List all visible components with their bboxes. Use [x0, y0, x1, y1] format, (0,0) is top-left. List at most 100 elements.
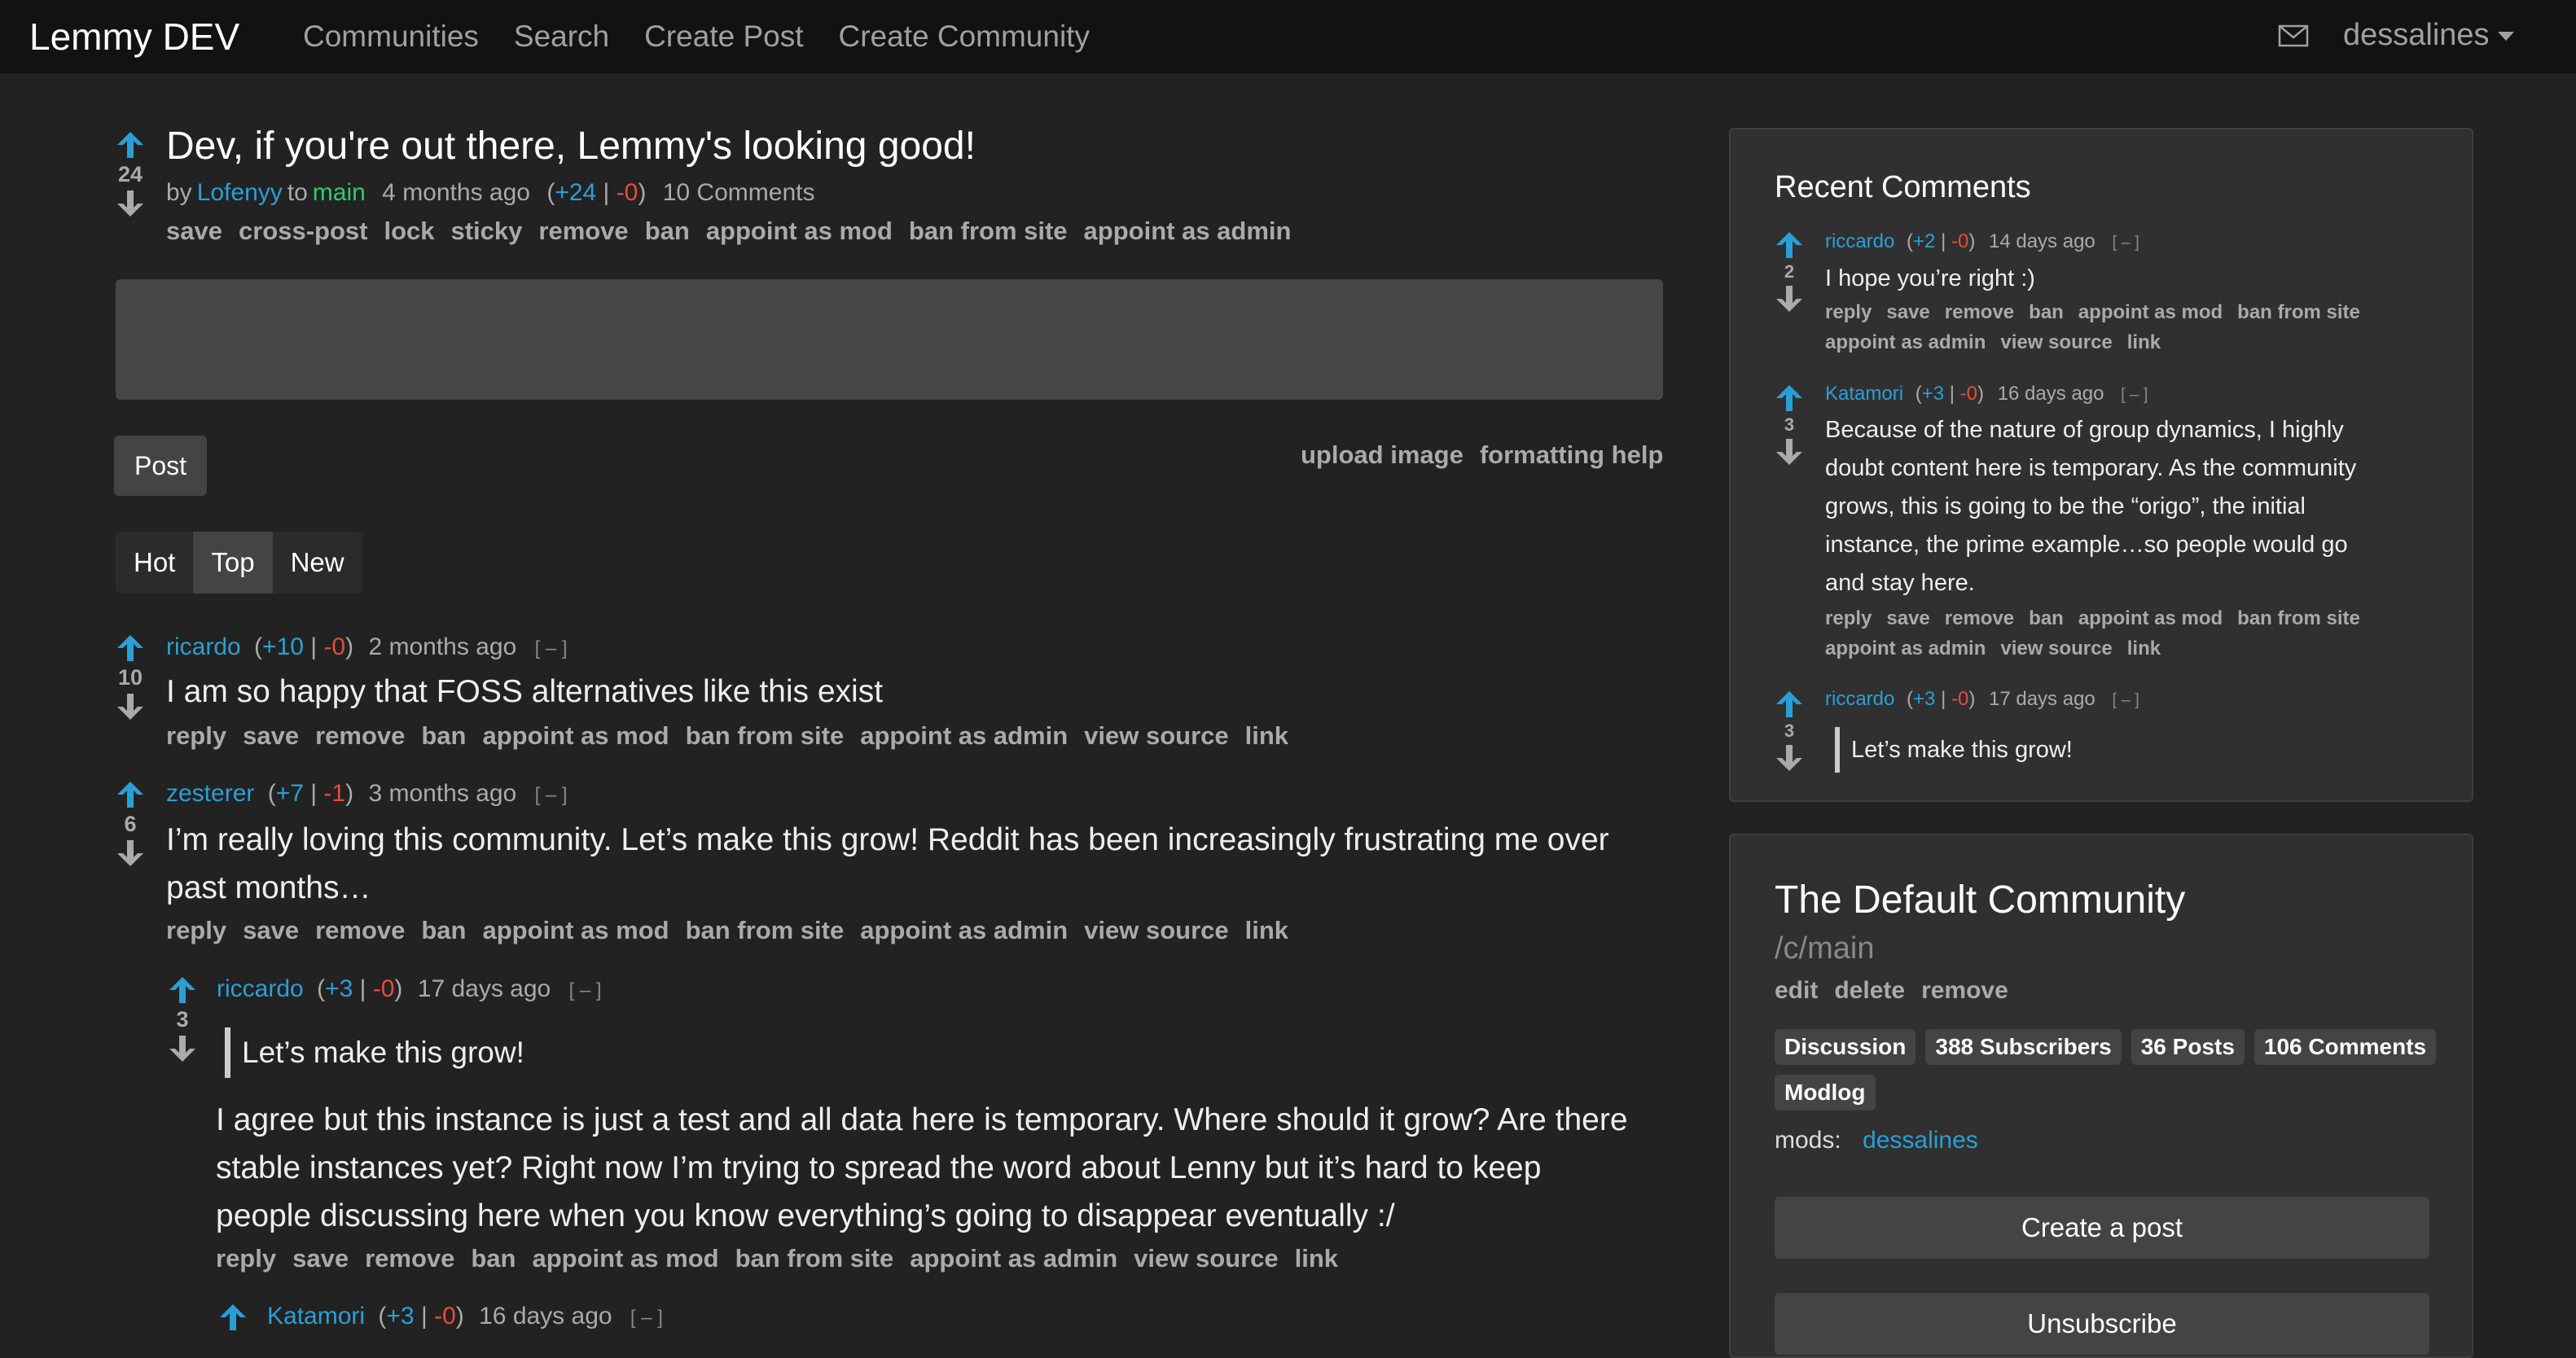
action-appoint-mod[interactable]: appoint as mod	[533, 1244, 719, 1273]
action-appoint-mod[interactable]: appoint as mod	[2078, 301, 2223, 323]
post-action-remove[interactable]: remove	[538, 217, 628, 246]
action-view-source[interactable]: view source	[2000, 637, 2112, 659]
downvote-icon[interactable]	[114, 839, 147, 868]
downvote-icon[interactable]	[166, 1034, 199, 1063]
downvote-icon[interactable]	[1773, 743, 1806, 773]
envelope-icon[interactable]	[2278, 24, 2309, 47]
upvote-icon[interactable]	[1773, 690, 1806, 719]
action-ban-site[interactable]: ban from site	[2237, 301, 2360, 323]
collapse-toggle[interactable]: [ – ]	[2121, 386, 2148, 404]
collapse-toggle[interactable]: [ – ]	[2112, 691, 2139, 709]
upvote-icon[interactable]	[1773, 383, 1806, 413]
action-link[interactable]: link	[1245, 916, 1288, 945]
action-link[interactable]: link	[2127, 331, 2161, 353]
upvote-icon[interactable]	[217, 1303, 249, 1332]
action-reply[interactable]: reply	[166, 916, 226, 945]
post-action-cross-post[interactable]: cross-post	[239, 217, 367, 246]
action-reply[interactable]: reply	[1825, 301, 1872, 323]
action-appoint-admin[interactable]: appoint as admin	[1825, 637, 1986, 659]
action-ban[interactable]: ban	[2029, 301, 2064, 323]
action-view-source[interactable]: view source	[1084, 916, 1228, 945]
action-appoint-admin[interactable]: appoint as admin	[860, 721, 1068, 751]
action-reply[interactable]: reply	[166, 721, 226, 751]
upvote-icon[interactable]	[114, 130, 147, 160]
action-link[interactable]: link	[2127, 637, 2161, 659]
comment-author[interactable]: riccardo	[217, 975, 304, 1002]
action-ban[interactable]: ban	[2029, 607, 2064, 629]
action-save[interactable]: save	[243, 916, 299, 945]
unsubscribe-button[interactable]: Unsubscribe	[1775, 1293, 2429, 1355]
action-save[interactable]: save	[292, 1244, 349, 1273]
action-ban[interactable]: ban	[421, 916, 466, 945]
action-ban-site[interactable]: ban from site	[686, 916, 845, 945]
action-appoint-mod[interactable]: appoint as mod	[483, 721, 669, 751]
action-remove[interactable]: remove	[315, 916, 405, 945]
post-action-ban-site[interactable]: ban from site	[909, 217, 1068, 246]
action-ban[interactable]: ban	[471, 1244, 516, 1273]
action-view-source[interactable]: view source	[1084, 721, 1228, 751]
upvote-icon[interactable]	[114, 780, 147, 809]
downvote-icon[interactable]	[1773, 284, 1806, 313]
rc-author[interactable]: Katamori	[1825, 383, 1903, 405]
action-ban-site[interactable]: ban from site	[735, 1244, 894, 1273]
comment-author[interactable]: Katamori	[267, 1303, 365, 1330]
nav-create-post[interactable]: Create Post	[644, 20, 803, 54]
brand-link[interactable]: Lemmy DEV	[29, 15, 239, 59]
post-community[interactable]: main	[313, 179, 366, 206]
comment-textarea[interactable]	[116, 279, 1663, 400]
sort-new[interactable]: New	[272, 532, 362, 594]
action-ban-site[interactable]: ban from site	[686, 721, 845, 751]
upload-image-link[interactable]: upload image	[1301, 440, 1464, 470]
action-view-source[interactable]: view source	[1134, 1244, 1278, 1273]
action-remove[interactable]: remove	[365, 1244, 454, 1273]
post-action-lock[interactable]: lock	[384, 217, 434, 246]
post-comment-count[interactable]: 10 Comments	[663, 179, 815, 206]
mod-link[interactable]: dessalines	[1863, 1127, 1978, 1154]
action-reply[interactable]: reply	[216, 1244, 276, 1273]
action-remove[interactable]: remove	[1945, 607, 2014, 629]
post-title[interactable]: Dev, if you're out there, Lemmy's lookin…	[166, 124, 976, 169]
action-appoint-admin[interactable]: appoint as admin	[860, 916, 1068, 945]
user-menu[interactable]: dessalines	[2343, 18, 2514, 53]
downvote-icon[interactable]	[114, 189, 147, 218]
action-save[interactable]: save	[1886, 607, 1929, 629]
action-view-source[interactable]: view source	[2000, 331, 2112, 353]
action-remove[interactable]: remove	[1945, 301, 2014, 323]
action-remove[interactable]: remove	[315, 721, 405, 751]
post-author[interactable]: Lofenyy	[197, 179, 283, 206]
action-appoint-mod[interactable]: appoint as mod	[2078, 607, 2223, 629]
collapse-toggle[interactable]: [ – ]	[2112, 234, 2139, 252]
post-action-ban[interactable]: ban	[645, 217, 690, 246]
post-comment-button[interactable]: Post	[114, 436, 207, 496]
rc-author[interactable]: riccardo	[1825, 688, 1894, 710]
action-link[interactable]: link	[1295, 1244, 1338, 1273]
sort-hot[interactable]: Hot	[116, 532, 194, 594]
collapse-toggle[interactable]: [ – ]	[535, 784, 568, 806]
upvote-icon[interactable]	[114, 633, 147, 663]
nav-communities[interactable]: Communities	[303, 20, 479, 54]
collapse-toggle[interactable]: [ – ]	[630, 1307, 663, 1329]
action-ban[interactable]: ban	[421, 721, 466, 751]
action-link[interactable]: link	[1245, 721, 1288, 751]
comment-author[interactable]: ricardo	[166, 633, 241, 660]
action-appoint-admin[interactable]: appoint as admin	[910, 1244, 1117, 1273]
nav-create-community[interactable]: Create Community	[839, 20, 1090, 54]
action-appoint-mod[interactable]: appoint as mod	[483, 916, 669, 945]
rc-author[interactable]: riccardo	[1825, 230, 1894, 252]
post-action-save[interactable]: save	[166, 217, 222, 246]
create-post-button[interactable]: Create a post	[1775, 1197, 2429, 1259]
community-edit[interactable]: edit	[1775, 977, 1818, 1005]
upvote-icon[interactable]	[1773, 230, 1806, 260]
post-action-appoint-admin[interactable]: appoint as admin	[1084, 217, 1292, 246]
sort-top[interactable]: Top	[193, 532, 273, 594]
collapse-toggle[interactable]: [ – ]	[569, 979, 602, 1001]
nav-search[interactable]: Search	[514, 20, 609, 54]
action-save[interactable]: save	[243, 721, 299, 751]
action-appoint-admin[interactable]: appoint as admin	[1825, 331, 1986, 353]
action-save[interactable]: save	[1886, 301, 1929, 323]
downvote-icon[interactable]	[1773, 437, 1806, 467]
comment-author[interactable]: zesterer	[166, 780, 254, 807]
post-action-sticky[interactable]: sticky	[450, 217, 522, 246]
downvote-icon[interactable]	[114, 692, 147, 721]
community-delete[interactable]: delete	[1834, 977, 1905, 1005]
